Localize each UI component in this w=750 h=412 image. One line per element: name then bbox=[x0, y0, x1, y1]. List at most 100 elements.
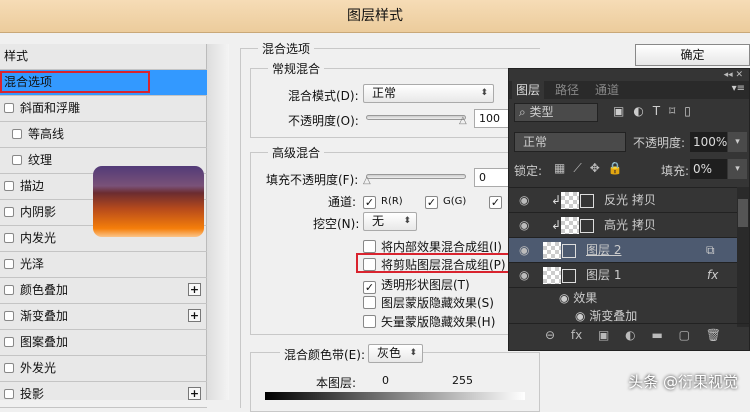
layer-row[interactable]: ◉ 图层 1 fx bbox=[509, 263, 737, 288]
label: 效果 bbox=[573, 291, 598, 305]
opacity-input[interactable]: 100% bbox=[690, 132, 727, 152]
style-item-color-overlay[interactable]: 颜色叠加 + bbox=[0, 278, 207, 304]
label: 类型 bbox=[529, 105, 554, 119]
checkbox[interactable] bbox=[12, 129, 22, 139]
search-icon: ⌕ bbox=[519, 105, 530, 119]
tab-paths[interactable]: 路径 bbox=[551, 81, 583, 99]
layer-thumbnail bbox=[543, 242, 561, 259]
filter-icons[interactable]: ▣◐T⌑▯ bbox=[613, 104, 700, 118]
blend-if-select[interactable]: 灰色 bbox=[368, 344, 423, 363]
advanced-blending-heading: 高级混合 bbox=[268, 144, 325, 161]
checkbox[interactable] bbox=[12, 155, 22, 165]
eye-icon[interactable]: ◉ bbox=[519, 213, 529, 237]
layers-panel: ◂◂ ✕ 图层 路径 通道 ▾≡ ⌕ 类型 ▣◐T⌑▯ 正常 不透明度: 100… bbox=[508, 68, 750, 351]
blend-mode-select[interactable]: 正常 bbox=[363, 84, 494, 103]
option-blend-clipped[interactable]: 将剪贴图层混合成组(P) bbox=[356, 253, 510, 273]
fill-label: 填充: bbox=[661, 164, 690, 178]
checkbox[interactable] bbox=[4, 285, 14, 295]
scroll-thumb[interactable] bbox=[738, 199, 748, 227]
blend-if-label: 混合颜色带(E): bbox=[280, 346, 369, 363]
add-icon[interactable]: + bbox=[188, 387, 201, 400]
effect-row[interactable]: ◉ 渐变叠加 bbox=[575, 307, 637, 324]
styles-header: 样式 bbox=[0, 44, 207, 70]
check-icon: ✓ bbox=[489, 196, 502, 209]
blend-options-heading: 混合选项 bbox=[258, 40, 315, 57]
clip-icon: ↲ bbox=[551, 218, 562, 232]
layer-row-selected[interactable]: ◉ 图层 2 ⧉ bbox=[509, 238, 737, 263]
option-layer-mask-hides[interactable]: 图层蒙版隐藏效果(S) bbox=[363, 294, 494, 311]
style-item-bevel[interactable]: 斜面和浮雕 bbox=[0, 96, 207, 122]
fill-opacity-slider[interactable] bbox=[366, 174, 466, 179]
filter-select[interactable]: ⌕ 类型 bbox=[514, 103, 598, 122]
option-transparency-shapes[interactable]: ✓ 透明形状图层(T) bbox=[363, 276, 470, 294]
option-vector-mask-hides[interactable]: 矢量蒙版隐藏效果(H) bbox=[363, 313, 495, 330]
chevron-down-icon[interactable]: ▾ bbox=[728, 132, 747, 152]
checkbox[interactable] bbox=[4, 233, 14, 243]
style-item-gradient-overlay[interactable]: 渐变叠加 + bbox=[0, 304, 207, 330]
channels-label: 通道: bbox=[328, 195, 357, 209]
fill-input[interactable]: 0% bbox=[690, 159, 727, 179]
style-item-satin[interactable]: 光泽 bbox=[0, 252, 207, 278]
lock-icons[interactable]: ▦⟋✥🔒 bbox=[554, 161, 631, 176]
eye-icon[interactable]: ◉ bbox=[519, 238, 529, 262]
channel-g-checkbox[interactable]: ✓ G(G) bbox=[425, 193, 466, 209]
checkbox[interactable] bbox=[4, 363, 14, 373]
dialog-title: 图层样式 bbox=[0, 0, 750, 33]
eye-icon[interactable]: ◉ bbox=[519, 188, 529, 212]
style-item-blend-options[interactable]: 混合选项 bbox=[0, 70, 207, 96]
label: R(R) bbox=[381, 196, 403, 207]
channel-r-checkbox[interactable]: ✓ R(R) bbox=[363, 193, 403, 209]
fill-opacity-label: 填充不透明度(F): bbox=[266, 173, 359, 187]
style-preview bbox=[93, 166, 204, 237]
eye-icon[interactable]: ◉ bbox=[559, 291, 573, 305]
add-icon[interactable]: + bbox=[188, 283, 201, 296]
eye-icon[interactable]: ◉ bbox=[519, 263, 529, 287]
mask-thumbnail bbox=[580, 194, 594, 208]
style-item-pattern-overlay[interactable]: 图案叠加 bbox=[0, 330, 207, 356]
gray-ramp[interactable] bbox=[265, 392, 525, 400]
clip-icon: ↲ bbox=[551, 193, 562, 207]
check-icon: ✓ bbox=[363, 281, 376, 294]
add-icon[interactable]: + bbox=[188, 309, 201, 322]
checkbox[interactable] bbox=[4, 207, 14, 217]
mask-thumbnail bbox=[580, 219, 594, 233]
effects-row[interactable]: ◉ 效果 bbox=[559, 289, 597, 306]
label: 斜面和浮雕 bbox=[20, 101, 81, 115]
checkbox[interactable] bbox=[4, 311, 14, 321]
watermark: 头条 @衍果视觉 bbox=[628, 373, 738, 391]
mask-thumbnail bbox=[562, 269, 576, 283]
opacity-label: 不透明度(O): bbox=[288, 114, 359, 128]
blend-mode-select[interactable]: 正常 bbox=[514, 132, 626, 152]
layer-row[interactable]: ◉ ↲ 高光 拷贝 bbox=[509, 213, 737, 238]
slider-thumb-icon[interactable]: △ bbox=[459, 115, 467, 126]
checkbox[interactable] bbox=[4, 103, 14, 113]
layer-name: 反光 拷贝 bbox=[604, 193, 656, 207]
fx-icon[interactable]: fx bbox=[707, 263, 718, 287]
style-item-drop-shadow[interactable]: 投影 + bbox=[0, 382, 207, 408]
panel-menu-icon[interactable]: ▾≡ bbox=[732, 83, 745, 94]
checkbox[interactable] bbox=[4, 337, 14, 347]
scrollbar[interactable] bbox=[737, 187, 749, 327]
layer-row[interactable]: ◉ ↲ 反光 拷贝 bbox=[509, 188, 737, 213]
checkbox[interactable] bbox=[4, 389, 14, 399]
ok-button[interactable]: 确定 bbox=[635, 44, 750, 66]
eye-icon[interactable]: ◉ bbox=[575, 309, 589, 323]
checkbox[interactable] bbox=[4, 259, 14, 269]
blend-options-label: 混合选项 bbox=[0, 71, 150, 93]
style-item-contour[interactable]: 等高线 bbox=[0, 122, 207, 148]
layers-footer-icons[interactable]: ⊖ fx ▣ ◐ ▬ ▢ 🗑 bbox=[509, 323, 749, 345]
slider-thumb-icon[interactable]: △ bbox=[363, 175, 371, 186]
blend-mode-label: 混合模式(D): bbox=[288, 89, 359, 103]
opacity-slider[interactable] bbox=[366, 115, 466, 120]
checkbox[interactable] bbox=[4, 181, 14, 191]
label: 图案叠加 bbox=[20, 335, 69, 349]
collapse-close-icons[interactable]: ◂◂ ✕ bbox=[724, 70, 743, 80]
label: 描边 bbox=[20, 179, 45, 193]
tab-layers[interactable]: 图层 bbox=[512, 81, 545, 99]
chevron-down-icon[interactable]: ▾ bbox=[728, 159, 747, 179]
this-layer-max: 255 bbox=[452, 374, 473, 387]
style-item-outer-glow[interactable]: 外发光 bbox=[0, 356, 207, 382]
knockout-select[interactable]: 无 bbox=[363, 212, 417, 231]
tab-channels[interactable]: 通道 bbox=[591, 81, 623, 99]
layer-name: 图层 1 bbox=[586, 268, 622, 282]
